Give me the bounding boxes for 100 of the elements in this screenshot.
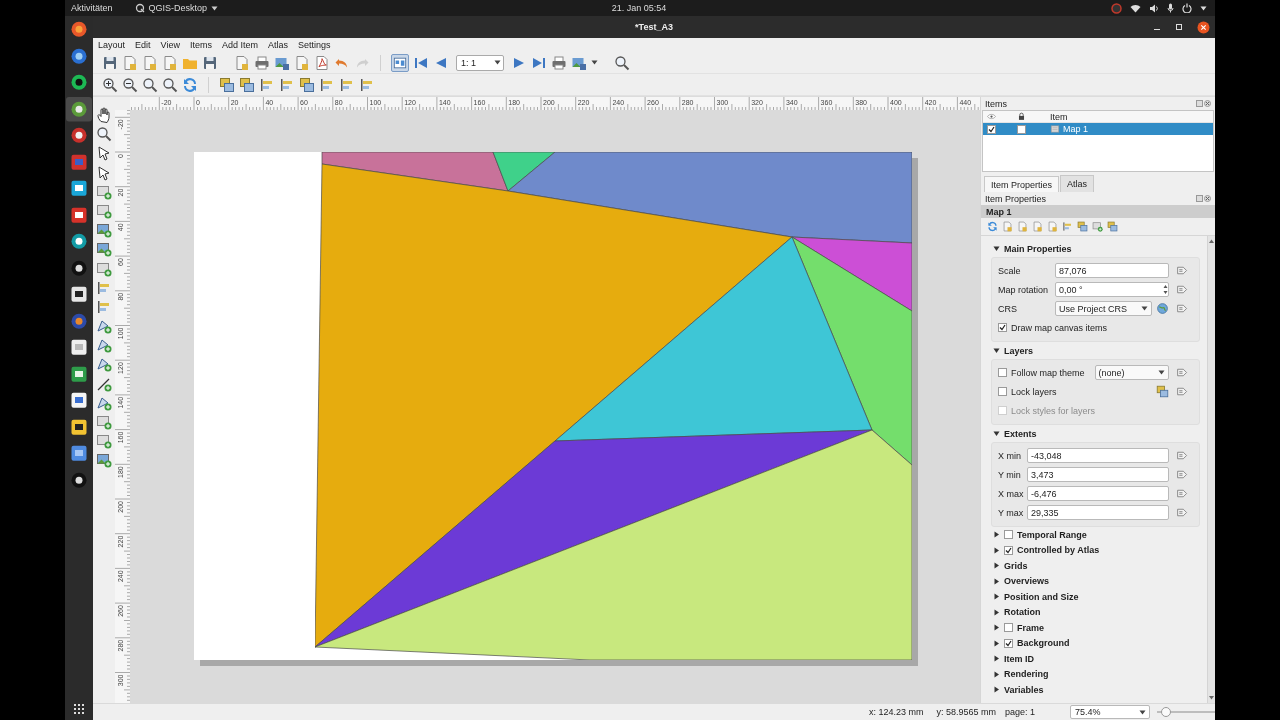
section-title[interactable]: Overviews — [1004, 576, 1050, 587]
volume-icon[interactable] — [1149, 3, 1159, 13]
app-menu[interactable]: QGIS-Desktop — [148, 3, 208, 13]
zoom-slider[interactable] — [1157, 706, 1215, 718]
expand-icon[interactable] — [993, 347, 1000, 354]
align-icon[interactable] — [359, 76, 375, 93]
section-title[interactable]: Rotation — [1004, 607, 1041, 618]
app-icon[interactable] — [65, 95, 93, 122]
page-combo[interactable]: 1: 1 — [456, 54, 504, 71]
tool-icon[interactable] — [1077, 221, 1088, 232]
expand-icon[interactable] — [993, 430, 1000, 437]
menu-item[interactable]: Add Item — [221, 40, 258, 50]
section-title[interactable]: Rendering — [1004, 669, 1049, 680]
document-icon[interactable] — [162, 54, 178, 71]
tab[interactable]: Atlas — [1060, 175, 1095, 192]
dropdown[interactable]: (none) — [1094, 365, 1169, 380]
spin-box[interactable]: 0,00 ° — [1055, 282, 1169, 297]
tree-row[interactable]: Map 1 — [983, 123, 1213, 135]
menu-item[interactable]: Layout — [98, 40, 126, 50]
text-field[interactable]: -43,048 — [1027, 448, 1169, 463]
tool-icon[interactable] — [1062, 221, 1073, 232]
section-title[interactable]: Extents — [1004, 428, 1037, 439]
checkbox[interactable] — [998, 387, 1007, 396]
override-icon[interactable] — [1176, 487, 1189, 500]
menu-item[interactable]: Edit — [135, 40, 151, 50]
tab[interactable]: Item Properties — [984, 176, 1060, 192]
checkbox[interactable] — [998, 368, 1007, 377]
align-icon[interactable] — [259, 76, 275, 93]
section-title[interactable]: Main Properties — [1004, 243, 1072, 254]
section-title[interactable]: Variables — [1004, 684, 1044, 695]
zoom-out-icon[interactable] — [122, 76, 138, 93]
expand-icon[interactable] — [993, 639, 1000, 647]
slider-handle[interactable] — [1160, 707, 1171, 717]
expand-icon[interactable] — [993, 624, 1000, 632]
menu-item[interactable]: Items — [189, 40, 212, 50]
section-title[interactable]: Controlled by Atlas — [1017, 545, 1100, 556]
tool-icon[interactable] — [987, 221, 998, 232]
pdf-icon[interactable] — [314, 54, 330, 71]
tool-icon[interactable] — [1092, 221, 1103, 232]
scrollbar[interactable] — [1207, 236, 1215, 703]
text-field[interactable]: 87,076 — [1055, 263, 1169, 278]
section-title[interactable]: Grids — [1004, 560, 1028, 571]
close-icon[interactable] — [1197, 20, 1210, 34]
menu-item[interactable]: Settings — [297, 40, 331, 50]
checkbox[interactable] — [1004, 530, 1013, 540]
document-icon[interactable] — [122, 54, 138, 71]
section-title[interactable]: Temporal Range — [1017, 529, 1087, 540]
add-item-icon[interactable] — [96, 279, 112, 296]
align-icon[interactable] — [319, 76, 335, 93]
save-icon[interactable] — [202, 54, 218, 71]
add-item-icon[interactable] — [96, 356, 112, 373]
globe-icon[interactable] — [1156, 302, 1169, 315]
text-field[interactable]: -6,476 — [1027, 486, 1169, 501]
layers-icon[interactable] — [219, 76, 235, 93]
expand-icon[interactable] — [993, 686, 1000, 694]
save-icon[interactable] — [102, 54, 118, 71]
cursor-icon[interactable] — [96, 145, 112, 162]
wifi-icon[interactable] — [1130, 3, 1141, 13]
override-icon[interactable] — [1176, 366, 1189, 379]
arrow-down-icon[interactable] — [1209, 696, 1214, 700]
spin-arrows-icon[interactable] — [1163, 284, 1168, 295]
override-icon[interactable] — [1176, 302, 1189, 315]
tool-icon[interactable] — [1107, 221, 1118, 232]
text-field[interactable]: 29,335 — [1027, 505, 1169, 520]
document-icon[interactable] — [234, 54, 250, 71]
checkbox[interactable] — [1004, 623, 1013, 633]
menu-item[interactable]: Atlas — [267, 40, 288, 50]
section-title[interactable]: Background — [1017, 638, 1070, 649]
restore-icon[interactable] — [1175, 23, 1183, 31]
expand-icon[interactable] — [993, 546, 1000, 554]
app-icon[interactable] — [134, 3, 145, 13]
override-icon[interactable] — [1176, 506, 1189, 519]
power-icon[interactable] — [1182, 3, 1192, 13]
checkbox-label[interactable]: Lock layers — [1011, 386, 1057, 397]
printer-icon[interactable] — [254, 54, 270, 71]
section-title[interactable]: Layers — [1004, 345, 1034, 356]
expand-icon[interactable] — [993, 531, 1000, 539]
zoom-in-icon[interactable] — [102, 76, 118, 93]
align-icon[interactable] — [279, 76, 295, 93]
add-item-icon[interactable] — [96, 318, 112, 335]
printer-icon[interactable] — [551, 54, 567, 71]
override-icon[interactable] — [1176, 468, 1189, 481]
checkbox[interactable] — [1017, 124, 1026, 134]
app-grid-icon[interactable] — [74, 704, 84, 714]
column-header[interactable]: Item — [1050, 111, 1068, 122]
arrow-up-icon[interactable] — [1209, 239, 1214, 243]
add-item-icon[interactable] — [96, 241, 112, 258]
checkbox[interactable] — [1004, 638, 1013, 648]
zoom-combo[interactable]: 75.4% — [1070, 705, 1150, 719]
layers-icon[interactable] — [1156, 385, 1169, 398]
override-icon[interactable] — [1176, 449, 1189, 462]
section-title[interactable]: Position and Size — [1004, 591, 1079, 602]
expand-icon[interactable] — [993, 562, 1000, 570]
layers-icon[interactable] — [239, 76, 255, 93]
layers-icon[interactable] — [299, 76, 315, 93]
activities-button[interactable]: Aktivitäten — [71, 3, 113, 13]
document-icon[interactable] — [142, 54, 158, 71]
add-item-icon[interactable] — [96, 222, 112, 239]
override-icon[interactable] — [1176, 264, 1189, 277]
section-title[interactable]: Item ID — [1004, 653, 1034, 664]
